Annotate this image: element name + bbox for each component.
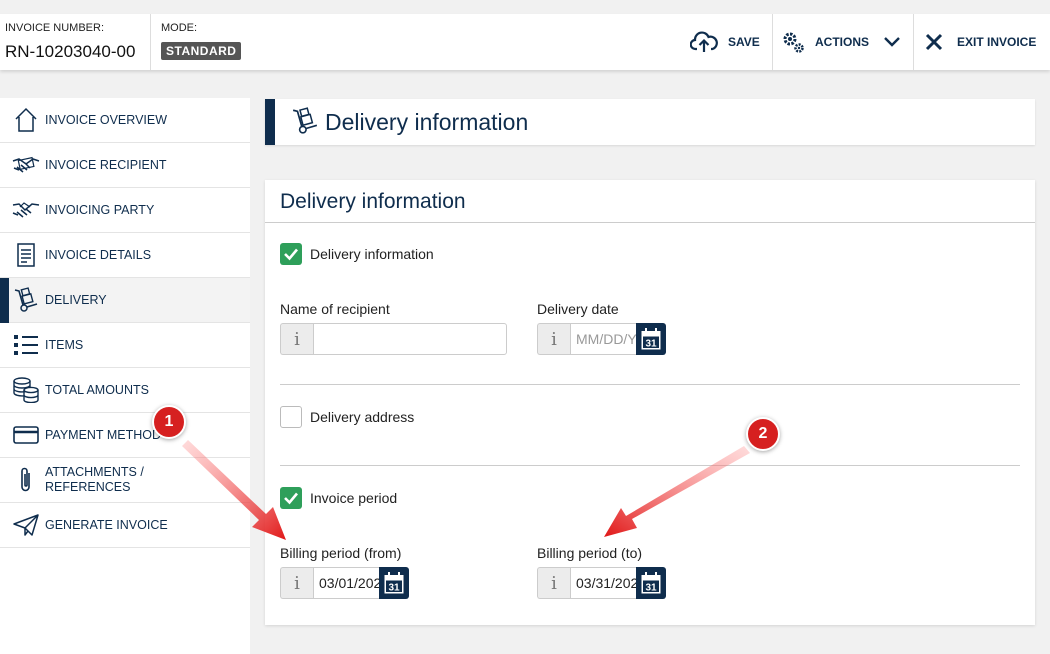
paper-plane-icon	[12, 511, 40, 539]
page-title: Delivery information	[325, 109, 529, 135]
top-bar: INVOICE NUMBER: RN-10203040-00 MODE: STA…	[0, 14, 1050, 70]
sidebar-item-invoicing-party[interactable]: INVOICING PARTY	[0, 188, 250, 233]
delivery-date-label: Delivery date	[537, 301, 619, 317]
mode-label: MODE:	[161, 22, 198, 34]
billing-period-from-label: Billing period (from)	[280, 545, 402, 561]
sidebar-item-label: INVOICING PARTY	[45, 202, 155, 217]
calendar-day: 31	[645, 339, 657, 350]
billing-period-to-calendar-button[interactable]: 31	[636, 567, 666, 599]
handshake-icon	[12, 151, 40, 179]
sidebar-item-label: GENERATE INVOICE	[45, 517, 168, 532]
info-button[interactable]: i	[280, 323, 313, 355]
list-icon	[12, 331, 40, 359]
sidebar-item-label: INVOICE OVERVIEW	[45, 112, 168, 127]
calendar-day: 31	[388, 583, 400, 594]
delivery-address-checkbox[interactable]	[280, 406, 302, 428]
sidebar-item-invoice-overview[interactable]: INVOICE OVERVIEW	[0, 98, 250, 143]
sidebar-item-generate-invoice[interactable]: GENERATE INVOICE	[0, 503, 250, 548]
calendar-icon: 31	[384, 572, 404, 594]
divider	[772, 14, 773, 70]
gears-icon	[783, 32, 804, 53]
annotation-marker-1: 1	[152, 405, 186, 439]
paperclip-icon	[12, 466, 40, 494]
exit-invoice-button[interactable]: EXIT INVOICE	[925, 14, 1036, 70]
cloud-upload-icon	[690, 31, 718, 52]
invoice-number-block: INVOICE NUMBER: RN-10203040-00	[0, 14, 150, 70]
document-icon	[12, 241, 40, 269]
delivery-information-checkbox-label: Delivery information	[310, 246, 434, 262]
sidebar-item-label: ATTACHMENTS / REFERENCES	[45, 465, 144, 494]
coins-icon	[12, 376, 40, 404]
delivery-information-card: Delivery information Delivery informatio…	[265, 180, 1035, 625]
divider	[913, 14, 914, 70]
delivery-information-checkbox[interactable]	[280, 243, 302, 265]
recipient-name-label: Name of recipient	[280, 301, 390, 317]
calendar-icon: 31	[641, 572, 661, 594]
sidebar-item-total-amounts[interactable]: TOTAL AMOUNTS	[0, 368, 250, 413]
calendar-day: 31	[645, 583, 657, 594]
close-icon	[925, 33, 943, 51]
info-icon: i	[294, 328, 300, 350]
annotation-marker-2: 2	[746, 417, 780, 451]
sidebar-item-label: DELIVERY	[45, 292, 107, 307]
invoice-period-checkbox[interactable]	[280, 487, 302, 509]
invoice-number-label: INVOICE NUMBER:	[5, 22, 105, 34]
delivery-date-calendar-button[interactable]: 31	[636, 323, 666, 355]
exit-invoice-label: EXIT INVOICE	[957, 35, 1037, 49]
info-button[interactable]: i	[537, 323, 570, 355]
sidebar-item-label: PAYMENT METHOD	[45, 427, 161, 442]
hand-truck-icon	[12, 286, 40, 314]
sidebar-item-invoice-details[interactable]: INVOICE DETAILS	[0, 233, 250, 278]
sidebar-item-label: TOTAL AMOUNTS	[45, 382, 149, 397]
checkmark-icon	[284, 492, 298, 505]
home-icon	[12, 106, 40, 134]
info-icon: i	[294, 572, 300, 594]
divider	[280, 465, 1020, 466]
section-header-accent	[265, 99, 275, 145]
sidebar-item-label: ITEMS	[45, 337, 84, 352]
actions-button[interactable]: ACTIONS	[781, 14, 901, 70]
sidebar-item-label: INVOICE RECIPIENT	[45, 157, 167, 172]
hand-truck-icon	[291, 107, 319, 140]
sidebar-item-payment-method[interactable]: PAYMENT METHOD	[0, 413, 250, 458]
sidebar: INVOICE OVERVIEW INVOICE RECIPIENT INVOI…	[0, 98, 250, 654]
section-header: Delivery information	[265, 99, 1035, 145]
save-label: SAVE	[728, 35, 760, 49]
chevron-down-icon	[884, 37, 900, 47]
sidebar-item-attachments-references[interactable]: ATTACHMENTS / REFERENCES	[0, 458, 250, 503]
handshake-icon	[12, 196, 40, 224]
mode-badge: STANDARD	[161, 42, 242, 60]
divider	[280, 384, 1020, 385]
sidebar-item-items[interactable]: ITEMS	[0, 323, 250, 368]
divider	[150, 14, 151, 70]
invoice-period-checkbox-label: Invoice period	[310, 490, 398, 506]
sidebar-item-delivery[interactable]: DELIVERY	[0, 278, 250, 323]
billing-period-to-input[interactable]	[570, 567, 638, 599]
recipient-name-input[interactable]	[313, 323, 507, 355]
calendar-icon: 31	[641, 328, 661, 350]
save-button[interactable]: SAVE	[690, 14, 760, 70]
checkmark-icon	[284, 248, 298, 261]
delivery-date-input[interactable]	[570, 323, 638, 355]
billing-period-to-label: Billing period (to)	[537, 545, 643, 561]
info-button[interactable]: i	[537, 567, 570, 599]
info-button[interactable]: i	[280, 567, 313, 599]
credit-card-icon	[12, 421, 40, 449]
info-icon: i	[551, 328, 557, 350]
sidebar-item-invoice-recipient[interactable]: INVOICE RECIPIENT	[0, 143, 250, 188]
sidebar-item-label: INVOICE DETAILS	[45, 247, 152, 262]
actions-label: ACTIONS	[815, 35, 869, 49]
billing-period-from-input[interactable]	[313, 567, 381, 599]
info-icon: i	[551, 572, 557, 594]
delivery-address-checkbox-label: Delivery address	[310, 409, 415, 425]
card-title: Delivery information	[280, 190, 466, 213]
billing-period-from-calendar-button[interactable]: 31	[379, 567, 409, 599]
divider	[265, 222, 1035, 223]
invoice-number: RN-10203040-00	[5, 42, 136, 61]
